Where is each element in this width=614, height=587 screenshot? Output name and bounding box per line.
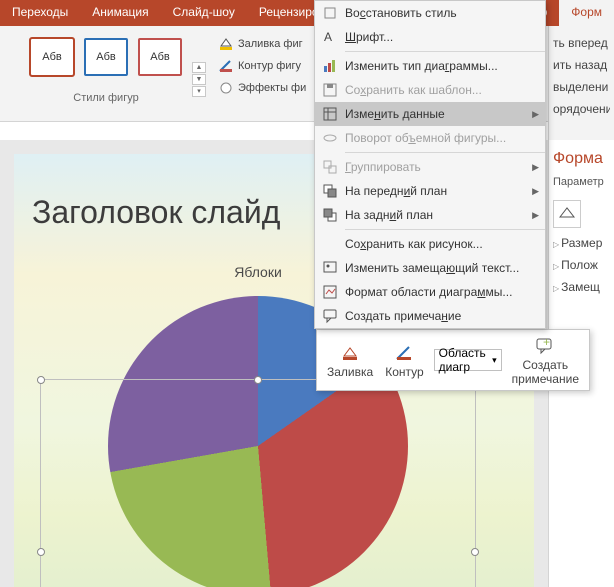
rotate-3d-icon bbox=[319, 130, 341, 146]
ctx-chart-type[interactable]: Изменить тип диаграммы... bbox=[315, 54, 545, 78]
submenu-arrow-icon: ▶ bbox=[529, 210, 539, 221]
mini-comment-button[interactable]: + Создать примечание bbox=[506, 333, 585, 388]
ctx-format-area[interactable]: Формат области диаграммы... bbox=[315, 280, 545, 304]
group-label-shape-styles: Стили фигур bbox=[73, 86, 138, 104]
submenu-arrow-icon: ▶ bbox=[529, 109, 539, 120]
bring-forward-partial[interactable]: ть вперед bbox=[553, 32, 610, 54]
shape-style-2[interactable]: Абв bbox=[84, 38, 128, 76]
ctx-edit-data[interactable]: Изменить данные▶ bbox=[315, 102, 545, 126]
shape-fill-label: Заливка фиг bbox=[238, 38, 303, 50]
format-section-alttext[interactable]: ▷Замещ bbox=[553, 274, 610, 296]
format-area-icon bbox=[319, 284, 341, 300]
send-backward-partial[interactable]: ить назад bbox=[553, 54, 610, 76]
tab-transitions[interactable]: Переходы bbox=[0, 0, 80, 26]
tab-slideshow[interactable]: Слайд-шоу bbox=[161, 0, 247, 26]
ctx-label: Восстановить стиль bbox=[345, 6, 539, 20]
format-section-size[interactable]: ▷Размер bbox=[553, 230, 610, 252]
effects-icon bbox=[218, 80, 234, 96]
ctx-label: Шрифт... bbox=[345, 30, 539, 44]
outline-icon bbox=[218, 58, 234, 74]
ctx-bring-front[interactable]: На передний план▶ bbox=[315, 179, 545, 203]
restore-icon bbox=[319, 5, 341, 21]
shape-fill-button[interactable]: Заливка фиг bbox=[214, 34, 310, 54]
ctx-label: На передний план bbox=[345, 184, 529, 198]
shape-effects-button[interactable]: Эффекты фи bbox=[214, 78, 310, 98]
gallery-down[interactable]: ▼ bbox=[192, 74, 206, 85]
ctx-rotate-3d: Поворот объемной фигуры... bbox=[315, 126, 545, 150]
shape-style-3[interactable]: Абв bbox=[138, 38, 182, 76]
submenu-arrow-icon: ▶ bbox=[529, 162, 539, 173]
comment-icon bbox=[319, 308, 341, 324]
ctx-separator bbox=[345, 51, 545, 52]
ctx-save-picture[interactable]: Сохранить как рисунок... bbox=[315, 232, 545, 256]
selection-pane-partial[interactable]: выделени bbox=[553, 76, 610, 98]
gallery-more[interactable]: ▾ bbox=[192, 86, 206, 97]
comment-icon: + bbox=[534, 335, 556, 357]
shape-outline-button[interactable]: Контур фигу bbox=[214, 56, 310, 76]
ctx-separator bbox=[345, 152, 545, 153]
resize-handle-w[interactable] bbox=[37, 548, 45, 556]
ctx-label: Изменить тип диаграммы... bbox=[345, 59, 539, 73]
outline-icon bbox=[393, 342, 415, 364]
context-menu: Восстановить стиль A Шрифт... Изменить тип … bbox=[314, 0, 546, 329]
ctx-comment[interactable]: Создать примечание bbox=[315, 304, 545, 328]
bring-front-icon bbox=[319, 183, 341, 199]
format-pane-subtitle: Параметр bbox=[553, 176, 610, 198]
resize-handle-nw[interactable] bbox=[37, 376, 45, 384]
mini-fill-button[interactable]: Заливка bbox=[321, 340, 379, 381]
ctx-label: Формат области диаграммы... bbox=[345, 285, 539, 299]
ctx-group: Группировать▶ bbox=[315, 155, 545, 179]
ctx-send-back[interactable]: На задний план▶ bbox=[315, 203, 545, 227]
format-pane-title: Форма bbox=[553, 146, 610, 176]
group-icon bbox=[319, 159, 341, 175]
save-icon bbox=[319, 82, 341, 98]
mini-toolbar: Заливка Контур Область диагр▾ + Создать … bbox=[316, 329, 590, 391]
ctx-label: Сохранить как шаблон... bbox=[345, 83, 539, 97]
ctx-label: Сохранить как рисунок... bbox=[345, 237, 539, 251]
send-back-icon bbox=[319, 207, 341, 223]
shape-effects-label: Эффекты фи bbox=[238, 82, 306, 94]
svg-text:+: + bbox=[543, 336, 550, 349]
gallery-up[interactable]: ▲ bbox=[192, 62, 206, 73]
font-icon: A bbox=[319, 29, 341, 45]
ctx-save: Сохранить как шаблон... bbox=[315, 78, 545, 102]
shape-outline-label: Контур фигу bbox=[238, 60, 301, 72]
tab-animations[interactable]: Анимация bbox=[80, 0, 160, 26]
fill-icon bbox=[339, 342, 361, 364]
ctx-separator bbox=[345, 229, 545, 230]
ctx-label: Изменить данные bbox=[345, 107, 529, 121]
chart-element-combo[interactable]: Область диагр▾ bbox=[434, 349, 502, 371]
submenu-arrow-icon: ▶ bbox=[529, 186, 539, 197]
edit-data-icon bbox=[319, 106, 341, 122]
ctx-label: Поворот объемной фигуры... bbox=[345, 131, 539, 145]
mini-outline-button[interactable]: Контур bbox=[379, 340, 429, 381]
arrange-partial[interactable]: орядочени bbox=[553, 98, 610, 120]
selection-rectangle bbox=[40, 379, 476, 587]
svg-text:A: A bbox=[324, 30, 332, 44]
ctx-restore[interactable]: Восстановить стиль bbox=[315, 1, 545, 25]
shape-style-1[interactable]: Абв bbox=[30, 38, 74, 76]
gallery-scroll: ▲ ▼ ▾ bbox=[192, 26, 210, 121]
chevron-down-icon: ▾ bbox=[492, 355, 497, 366]
ctx-label: Группировать bbox=[345, 160, 529, 174]
shape-outline-group: Заливка фиг Контур фигу Эффекты фи bbox=[210, 26, 314, 121]
resize-handle-e[interactable] bbox=[471, 548, 479, 556]
shape-styles-group: Абв Абв Абв Стили фигур bbox=[0, 26, 192, 121]
tab-format[interactable]: Форм bbox=[559, 0, 614, 26]
ctx-alt-text[interactable]: Изменить замещающий текст... bbox=[315, 256, 545, 280]
alt-text-icon bbox=[319, 260, 341, 276]
ctx-label: Создать примечание bbox=[345, 309, 539, 323]
format-section-position[interactable]: ▷Полож bbox=[553, 252, 610, 274]
save-picture-icon bbox=[319, 236, 341, 252]
resize-handle-n[interactable] bbox=[254, 376, 262, 384]
fill-icon bbox=[218, 36, 234, 52]
fill-tool-icon[interactable] bbox=[553, 200, 581, 228]
ctx-label: На задний план bbox=[345, 208, 529, 222]
chart-type-icon bbox=[319, 58, 341, 74]
ctx-label: Изменить замещающий текст... bbox=[345, 261, 539, 275]
ctx-font[interactable]: A Шрифт... bbox=[315, 25, 545, 49]
